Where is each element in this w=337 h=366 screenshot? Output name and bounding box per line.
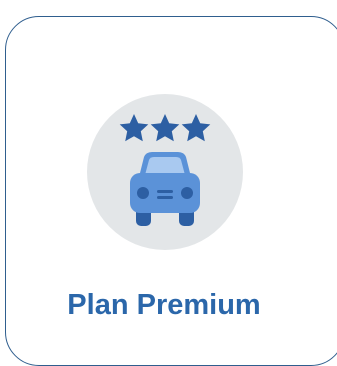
car-headlight (181, 187, 193, 199)
car-headlight (137, 187, 149, 199)
star-icon (181, 114, 211, 142)
star-icon (150, 114, 180, 142)
plan-badge (87, 94, 243, 250)
car-front-icon (130, 152, 200, 226)
car-windshield (145, 157, 185, 175)
rating-stars (119, 114, 211, 142)
plan-premium-card[interactable]: Plan Premium (5, 16, 337, 366)
star-icon (119, 114, 149, 142)
plan-title: Plan Premium (67, 289, 261, 321)
car-grille-line (157, 190, 173, 193)
premium-car-illustration (119, 114, 211, 226)
car-grille-line (157, 196, 173, 199)
